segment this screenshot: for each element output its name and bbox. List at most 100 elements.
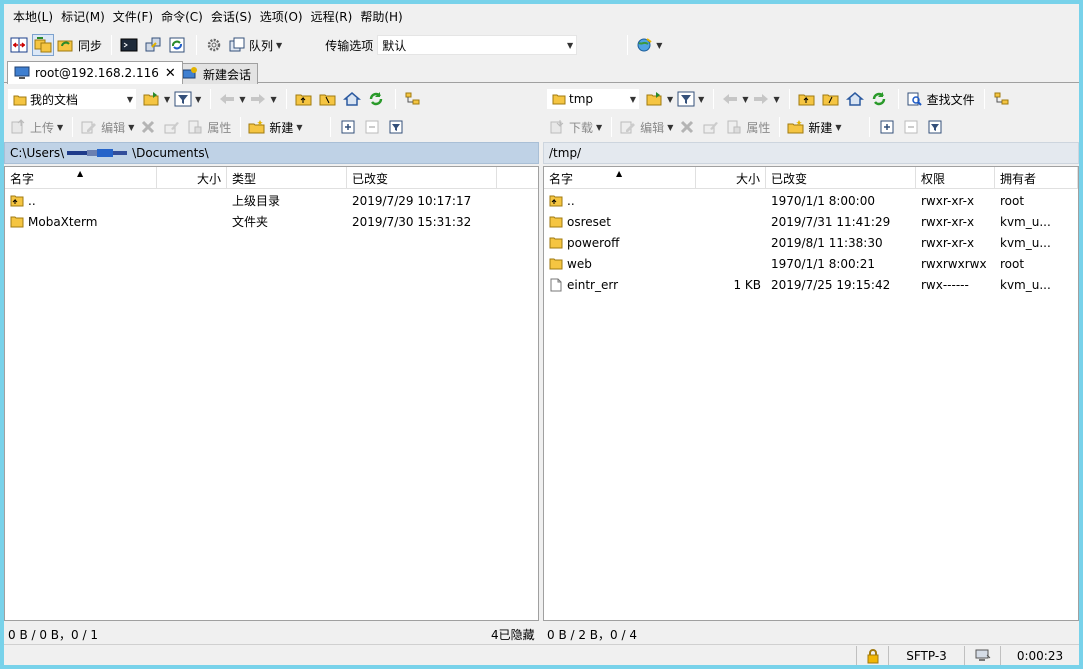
local-col-type[interactable]: 类型: [227, 167, 347, 189]
local-forward-button[interactable]: ▼: [248, 88, 277, 110]
chevron-down-icon: ▼: [57, 122, 64, 132]
remote-col-permissions[interactable]: 权限: [916, 167, 995, 189]
remote-delete-button[interactable]: [676, 116, 698, 138]
filter-icon: [677, 91, 695, 107]
local-col-type-label: 类型: [232, 171, 257, 186]
cell-name-text: poweroff: [567, 235, 620, 250]
delete-icon: [681, 120, 694, 134]
table-row[interactable]: MobaXterm 文件夹 2019/7/30 15:31:32: [5, 211, 538, 232]
transfer-preset-value: 默认: [382, 38, 407, 53]
remote-tree-toggle-button[interactable]: [991, 88, 1013, 110]
queue-button[interactable]: 队列 ▼: [227, 34, 283, 56]
table-row[interactable]: poweroff 2019/8/1 11:38:30 rwxr-xr-x kvm_u.…: [544, 232, 1078, 253]
sync-browse-button[interactable]: [32, 34, 54, 56]
remote-parent-dir-button[interactable]: [796, 88, 818, 110]
local-refresh-button[interactable]: [365, 88, 387, 110]
open-terminal-button[interactable]: [118, 34, 140, 56]
local-hidden-count[interactable]: 4已隐藏: [491, 626, 535, 643]
local-delete-button[interactable]: [137, 116, 159, 138]
local-file-list[interactable]: 名字 ▲ 大小 类型 已改变 .. 上级目录 2019/7/29 10:17:17 M…: [4, 166, 539, 621]
menu-local[interactable]: 本地(L): [10, 8, 56, 25]
preferences-button[interactable]: [203, 34, 225, 56]
local-deselect-button[interactable]: [361, 116, 383, 138]
local-home-dir-button[interactable]: [341, 88, 363, 110]
remote-select-all-button[interactable]: [876, 116, 898, 138]
local-root-dir-button[interactable]: [317, 88, 339, 110]
local-select-all-button[interactable]: [337, 116, 359, 138]
toolbar-separator: [111, 35, 113, 55]
remote-col-changed[interactable]: 已改变: [766, 167, 916, 189]
cell-owner: kvm_u...: [995, 232, 1078, 253]
local-new-button[interactable]: 新建 ▼: [247, 116, 303, 138]
open-putty-button[interactable]: [142, 34, 164, 56]
cell-size: [696, 253, 766, 274]
remote-new-button[interactable]: 新建 ▼: [786, 116, 842, 138]
menu-help[interactable]: 帮助(H): [357, 8, 405, 25]
remote-location-select[interactable]: tmp ▼: [547, 89, 639, 109]
menu-options[interactable]: 选项(O): [257, 8, 306, 25]
transfer-preset-select[interactable]: 默认 ▼: [377, 35, 578, 55]
local-tree-toggle-button[interactable]: [402, 88, 424, 110]
local-rename-button[interactable]: [161, 116, 183, 138]
local-col-changed[interactable]: 已改变: [347, 167, 497, 189]
remote-file-list[interactable]: 名字 ▲ 大小 已改变 权限 拥有者 .. 1970/1/1 8:00:00 rwx…: [543, 166, 1079, 621]
remote-properties-button[interactable]: 属性: [724, 116, 771, 138]
local-open-folder-button[interactable]: ▼: [142, 88, 171, 110]
upload-button[interactable]: 上传 ▼: [8, 116, 64, 138]
cell-size-text: 1 KB: [733, 277, 761, 292]
find-files-button[interactable]: 查找文件: [905, 88, 976, 110]
remote-rename-button[interactable]: [700, 116, 722, 138]
folder-icon: [549, 216, 563, 228]
local-filter-select-button[interactable]: [385, 116, 407, 138]
remote-col-size[interactable]: 大小: [696, 167, 766, 189]
remote-back-button[interactable]: ▼: [720, 88, 749, 110]
remote-path-bar[interactable]: /tmp/: [543, 142, 1079, 164]
synchronize-button[interactable]: 同步: [56, 34, 103, 56]
menu-session[interactable]: 会话(S): [208, 8, 255, 25]
remote-filter-button[interactable]: ▼: [676, 88, 705, 110]
local-edit-button[interactable]: 编辑 ▼: [79, 116, 135, 138]
cell-changed-text: 2019/7/31 11:41:29: [771, 214, 891, 229]
remote-deselect-button[interactable]: [900, 116, 922, 138]
remote-list-header: 名字 ▲ 大小 已改变 权限 拥有者: [544, 167, 1078, 189]
refresh-session-button[interactable]: [166, 34, 188, 56]
remote-open-folder-button[interactable]: ▼: [645, 88, 674, 110]
site-manager-button[interactable]: ▼: [634, 34, 663, 56]
compare-dirs-button[interactable]: [8, 34, 30, 56]
local-location-select[interactable]: 我的文档 ▼: [8, 89, 136, 109]
local-back-button[interactable]: ▼: [217, 88, 246, 110]
tab-session-root[interactable]: root@192.168.2.116 ✕: [7, 61, 183, 84]
remote-col-owner[interactable]: 拥有者: [995, 167, 1078, 189]
tab-new-session[interactable]: 新建会话: [175, 63, 259, 84]
cell-name: poweroff: [544, 232, 696, 253]
remote-filter-select-button[interactable]: [924, 116, 946, 138]
table-row[interactable]: web 1970/1/1 8:00:21 rwxrwxrwx root: [544, 253, 1078, 274]
menu-file[interactable]: 文件(F): [110, 8, 156, 25]
close-icon[interactable]: ✕: [165, 66, 176, 81]
menu-mark[interactable]: 标记(M): [58, 8, 108, 25]
table-row[interactable]: .. 1970/1/1 8:00:00 rwxr-xr-x root: [544, 190, 1078, 211]
menu-remote[interactable]: 远程(R): [308, 8, 356, 25]
local-filter-button[interactable]: ▼: [173, 88, 202, 110]
table-row[interactable]: eintr_err 1 KB 2019/7/25 19:15:42 rwx------…: [544, 274, 1078, 295]
local-parent-dir-button[interactable]: [293, 88, 315, 110]
local-path-bar[interactable]: C:\Users\ \Documents\: [4, 142, 539, 164]
local-col-size[interactable]: 大小: [157, 167, 227, 189]
local-properties-button[interactable]: 属性: [185, 116, 232, 138]
download-button[interactable]: 下载 ▼: [547, 116, 603, 138]
local-col-name[interactable]: 名字 ▲: [5, 167, 157, 189]
remote-refresh-button[interactable]: [868, 88, 890, 110]
menu-command[interactable]: 命令(C): [158, 8, 206, 25]
remote-col-name[interactable]: 名字 ▲: [544, 167, 696, 189]
remote-forward-button[interactable]: ▼: [751, 88, 780, 110]
cell-perm: rwxr-xr-x: [916, 232, 995, 253]
encryption-indicator[interactable]: [856, 646, 888, 665]
remote-home-dir-button[interactable]: [844, 88, 866, 110]
local-path-suffix: \Documents\: [132, 146, 209, 160]
table-row[interactable]: osreset 2019/7/31 11:41:29 rwxr-xr-x kvm_u.…: [544, 211, 1078, 232]
chevron-down-icon: ▼: [296, 122, 303, 132]
connection-indicator[interactable]: [964, 646, 1000, 665]
remote-edit-button[interactable]: 编辑 ▼: [618, 116, 674, 138]
table-row[interactable]: .. 上级目录 2019/7/29 10:17:17: [5, 190, 538, 211]
remote-root-dir-button[interactable]: [820, 88, 842, 110]
